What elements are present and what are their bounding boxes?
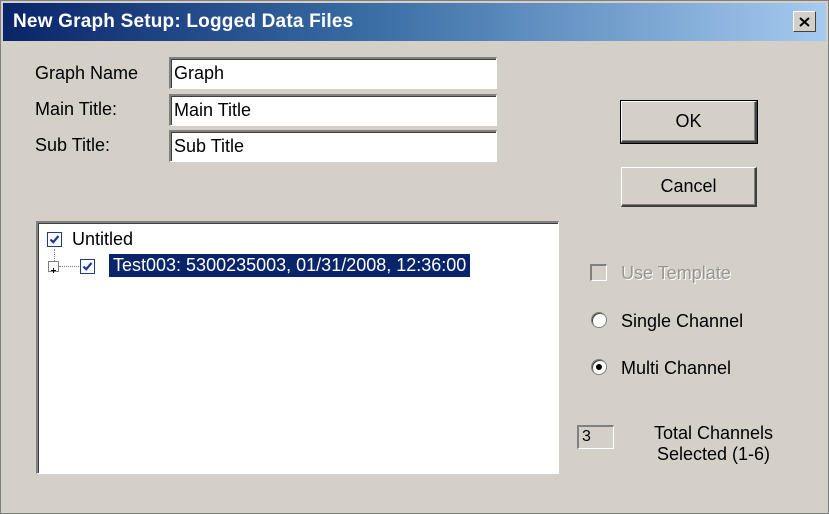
- ok-button[interactable]: OK: [620, 100, 758, 144]
- graph-name-label: Graph Name: [35, 63, 139, 83]
- use-template-checkbox[interactable]: [590, 264, 607, 281]
- main-title-label: Main Title:: [35, 99, 118, 119]
- dialog-window: New Graph Setup: Logged Data Files Graph…: [0, 0, 829, 514]
- main-title-input[interactable]: Main Title: [169, 94, 497, 126]
- title-bar[interactable]: New Graph Setup: Logged Data Files: [3, 3, 826, 41]
- use-template-label: Use Template: [621, 263, 731, 283]
- tree-line: [59, 266, 79, 267]
- tree-item-selected[interactable]: Test003: 5300235003, 01/31/2008, 12:36:0…: [109, 254, 471, 277]
- multi-channel-label: Multi Channel: [621, 358, 732, 378]
- radio-selected-dot: [596, 364, 602, 370]
- total-channels-field: 3: [577, 425, 614, 449]
- ok-button-label: OK: [675, 111, 702, 131]
- single-channel-label: Single Channel: [621, 311, 744, 331]
- cancel-button-label: Cancel: [660, 176, 717, 196]
- multi-channel-radio[interactable]: [591, 359, 607, 375]
- graph-name-input[interactable]: Graph: [169, 57, 497, 89]
- sub-title-input[interactable]: Sub Title: [169, 130, 497, 162]
- cancel-button[interactable]: Cancel: [621, 167, 757, 207]
- total-channels-label: Total Channels Selected (1-6): [631, 423, 796, 465]
- total-channels-label-line2: Selected (1-6): [656, 444, 771, 464]
- child-checkbox[interactable]: [80, 259, 95, 274]
- tree-root-label[interactable]: Untitled: [72, 229, 133, 250]
- window-title: New Graph Setup: Logged Data Files: [13, 11, 354, 32]
- root-checkbox[interactable]: [47, 232, 62, 247]
- total-channels-label-line1: Total Channels: [653, 423, 774, 443]
- single-channel-radio[interactable]: [591, 312, 607, 328]
- close-button[interactable]: [793, 11, 816, 32]
- checkmark-icon: [82, 262, 93, 271]
- sub-title-label: Sub Title:: [35, 135, 111, 155]
- checkmark-icon: [49, 235, 60, 244]
- close-icon: [799, 16, 810, 27]
- expand-icon[interactable]: [48, 261, 59, 273]
- data-files-tree[interactable]: Untitled Test003: 5300235003, 01/31/2008…: [36, 221, 559, 474]
